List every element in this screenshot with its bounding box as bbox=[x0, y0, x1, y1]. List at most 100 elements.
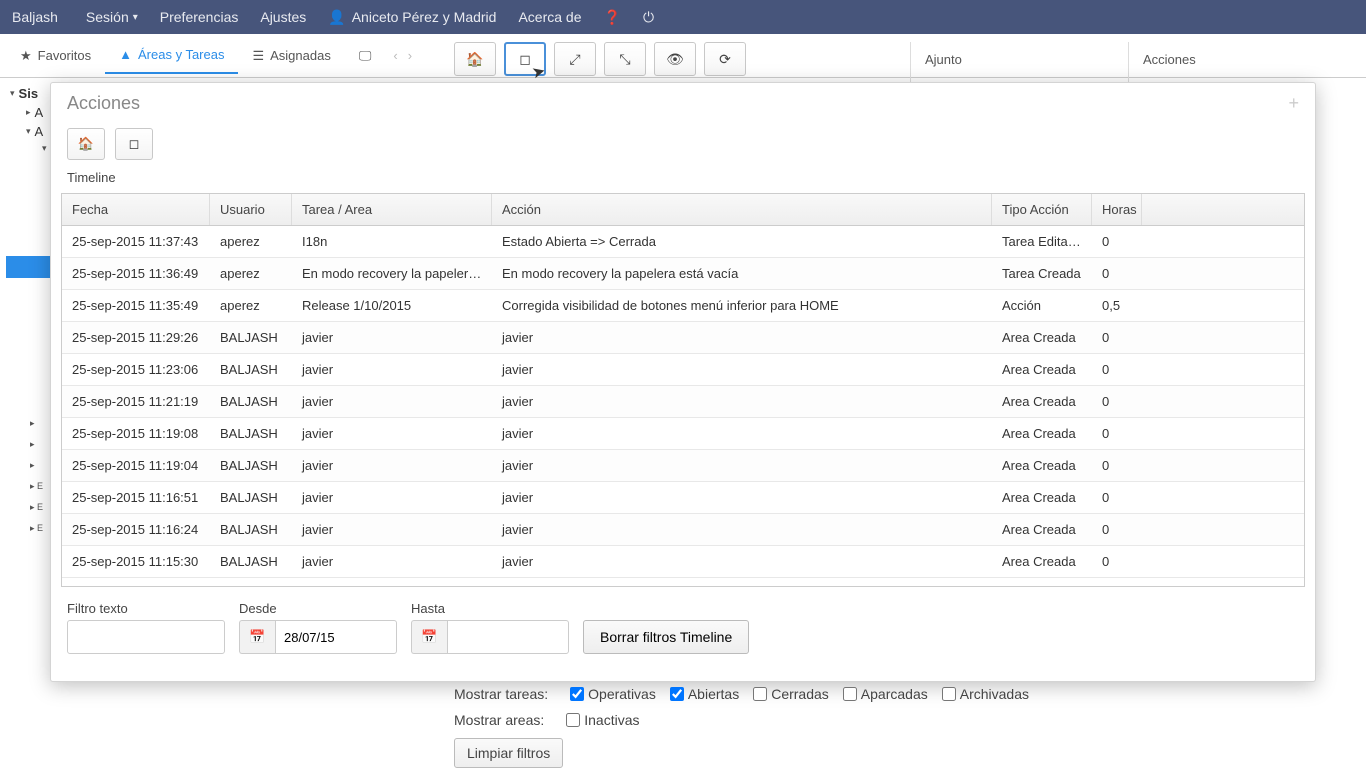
actions-panel: Acciones + 🏠 ◻ Timeline Fecha Usuario Ta… bbox=[50, 82, 1316, 682]
cell-horas: 0 bbox=[1092, 450, 1142, 481]
top-menubar: Baljash Sesión▾ Preferencias Ajustes 👤 A… bbox=[0, 0, 1366, 34]
cell-horas: 0 bbox=[1092, 322, 1142, 353]
col-usuario[interactable]: Usuario bbox=[210, 194, 292, 225]
table-row[interactable]: 25-sep-2015 11:36:49aperezEn modo recove… bbox=[62, 258, 1304, 290]
cell-tarea: javier bbox=[292, 386, 492, 417]
panel-home-button[interactable]: 🏠 bbox=[67, 128, 105, 160]
tab-asignadas[interactable]: ☰Asignadas bbox=[238, 38, 344, 74]
table-row[interactable]: 25-sep-2015 11:23:06BALJASHjavierjavierA… bbox=[62, 354, 1304, 386]
menu-about[interactable]: Acerca de bbox=[518, 9, 581, 25]
cell-usuario: BALJASH bbox=[210, 450, 292, 481]
cell-horas: 0 bbox=[1092, 354, 1142, 385]
caret-down-icon: ▾ bbox=[133, 12, 138, 23]
cell-tipo: Area Creada bbox=[992, 418, 1092, 449]
panel-window-button[interactable]: ◻ bbox=[115, 128, 153, 160]
table-row[interactable]: 25-sep-2015 11:16:24BALJASHjavierjavierA… bbox=[62, 514, 1304, 546]
filter-hasta-input[interactable] bbox=[447, 620, 569, 654]
tab-monitor[interactable]: 🖵 bbox=[345, 38, 386, 74]
table-row[interactable]: 25-sep-2015 11:37:43aperezI18nEstado Abi… bbox=[62, 226, 1304, 258]
col-accion[interactable]: Acción bbox=[492, 194, 992, 225]
caret-right-icon[interactable]: ▸ E bbox=[30, 481, 43, 492]
menu-user[interactable]: 👤 Aniceto Pérez y Madrid bbox=[328, 9, 496, 26]
clear-filters-button[interactable]: Borrar filtros Timeline bbox=[583, 620, 749, 654]
grid-header-row: Fecha Usuario Tarea / Area Acción Tipo A… bbox=[62, 194, 1304, 226]
chk-archivadas[interactable]: Archivadas bbox=[942, 686, 1029, 702]
cell-accion: javier bbox=[492, 322, 992, 353]
cell-horas: 0 bbox=[1092, 482, 1142, 513]
cell-horas: 0 bbox=[1092, 546, 1142, 577]
tab-next-icon[interactable]: › bbox=[404, 44, 416, 67]
chk-operativas[interactable]: Operativas bbox=[570, 686, 656, 702]
tab-prev-icon[interactable]: ‹ bbox=[389, 44, 401, 67]
cell-accion: En modo recovery la papelera está vacía bbox=[492, 258, 992, 289]
cell-fecha: 25-sep-2015 11:21:19 bbox=[62, 386, 210, 417]
panel-close-button[interactable]: + bbox=[1288, 93, 1299, 114]
limpiar-filtros-button[interactable]: Limpiar filtros bbox=[454, 738, 563, 768]
tree-node-sis[interactable]: ▾Sis bbox=[6, 84, 54, 103]
cell-fecha: 25-sep-2015 11:15:30 bbox=[62, 546, 210, 577]
window-icon: ◻ bbox=[519, 51, 531, 68]
table-row[interactable]: 25-sep-2015 11:16:51BALJASHjavierjavierA… bbox=[62, 482, 1304, 514]
app-brand: Baljash bbox=[12, 9, 58, 25]
col-fecha[interactable]: Fecha bbox=[62, 194, 210, 225]
filter-desde-input[interactable] bbox=[275, 620, 397, 654]
menu-power[interactable]: ⏻ bbox=[643, 9, 654, 26]
right-column-headers: Ajunto Acciones bbox=[910, 42, 1366, 82]
table-row[interactable]: 25-sep-2015 11:21:19BALJASHjavierjavierA… bbox=[62, 386, 1304, 418]
cell-accion: javier bbox=[492, 546, 992, 577]
table-row[interactable]: 25-sep-2015 11:29:26BALJASHjavierjavierA… bbox=[62, 322, 1304, 354]
toolbar-expand-button[interactable]: ⤢ bbox=[554, 42, 596, 76]
caret-right-icon[interactable]: ▸ E bbox=[30, 523, 43, 534]
cell-tarea: javier bbox=[292, 418, 492, 449]
tree-node-selected[interactable] bbox=[6, 256, 54, 278]
cell-usuario: BALJASH bbox=[210, 322, 292, 353]
tab-areas-tareas[interactable]: ▲Áreas y Tareas bbox=[105, 37, 238, 74]
cell-tarea: javier bbox=[292, 482, 492, 513]
toolbar-refresh-button[interactable]: ⟳ bbox=[704, 42, 746, 76]
table-row[interactable]: 25-sep-2015 11:19:04BALJASHjavierjavierA… bbox=[62, 450, 1304, 482]
cell-fecha: 25-sep-2015 11:23:06 bbox=[62, 354, 210, 385]
caret-right-icon: ▸ bbox=[26, 107, 31, 118]
cell-fecha: 25-sep-2015 11:19:08 bbox=[62, 418, 210, 449]
col-horas[interactable]: Horas bbox=[1092, 194, 1142, 225]
caret-right-icon[interactable]: ▸ bbox=[30, 460, 43, 471]
caret-right-icon[interactable]: ▸ bbox=[30, 418, 43, 429]
chk-inactivas[interactable]: Inactivas bbox=[566, 712, 639, 728]
toolbar-compress-button[interactable]: ⤡ bbox=[604, 42, 646, 76]
power-icon: ⏻ bbox=[643, 9, 654, 26]
table-row[interactable]: 25-sep-2015 11:15:30BALJASHjavierjavierA… bbox=[62, 546, 1304, 578]
left-tree-fragment: ▾Sis ▸A ▾A ▾ ▸ ▸ ▸ ▸ E ▸ E ▸ E bbox=[6, 84, 54, 278]
toolbar-window-button[interactable]: ◻ bbox=[504, 42, 546, 76]
compress-icon: ⤡ bbox=[619, 51, 630, 68]
filter-desde-label: Desde bbox=[239, 601, 397, 616]
cell-tipo: Area Creada bbox=[992, 514, 1092, 545]
chk-aparcadas[interactable]: Aparcadas bbox=[843, 686, 928, 702]
chk-abiertas[interactable]: Abiertas bbox=[670, 686, 739, 702]
calendar-icon[interactable]: 📅 bbox=[239, 620, 275, 654]
toolbar-home-button[interactable]: 🏠 bbox=[454, 42, 496, 76]
caret-down-icon: ▾ bbox=[42, 143, 47, 154]
cell-usuario: aperez bbox=[210, 226, 292, 257]
menu-session[interactable]: Sesión▾ bbox=[86, 9, 138, 25]
tab-favoritos[interactable]: ★Favoritos bbox=[6, 38, 105, 74]
cell-accion: javier bbox=[492, 514, 992, 545]
table-row[interactable]: 25-sep-2015 11:19:08BALJASHjavierjavierA… bbox=[62, 418, 1304, 450]
col-tipo[interactable]: Tipo Acción bbox=[992, 194, 1092, 225]
menu-settings[interactable]: Ajustes bbox=[260, 9, 306, 25]
caret-right-icon[interactable]: ▸ E bbox=[30, 502, 43, 513]
filter-text-input[interactable] bbox=[67, 620, 225, 654]
cell-horas: 0 bbox=[1092, 386, 1142, 417]
cell-tipo: Area Creada bbox=[992, 322, 1092, 353]
calendar-icon[interactable]: 📅 bbox=[411, 620, 447, 654]
panel-title: Acciones bbox=[67, 93, 140, 114]
timeline-grid: Fecha Usuario Tarea / Area Acción Tipo A… bbox=[61, 193, 1305, 587]
menu-preferences[interactable]: Preferencias bbox=[160, 9, 239, 25]
table-row[interactable]: 25-sep-2015 11:35:49aperezRelease 1/10/2… bbox=[62, 290, 1304, 322]
col-tarea[interactable]: Tarea / Area bbox=[292, 194, 492, 225]
caret-right-icon[interactable]: ▸ bbox=[30, 439, 43, 450]
cell-usuario: BALJASH bbox=[210, 354, 292, 385]
toolbar-hide-button[interactable]: 👁 bbox=[654, 42, 696, 76]
menu-help[interactable]: ❓ bbox=[604, 9, 621, 26]
grid-body[interactable]: 25-sep-2015 11:37:43aperezI18nEstado Abi… bbox=[62, 226, 1304, 586]
chk-cerradas[interactable]: Cerradas bbox=[753, 686, 829, 702]
